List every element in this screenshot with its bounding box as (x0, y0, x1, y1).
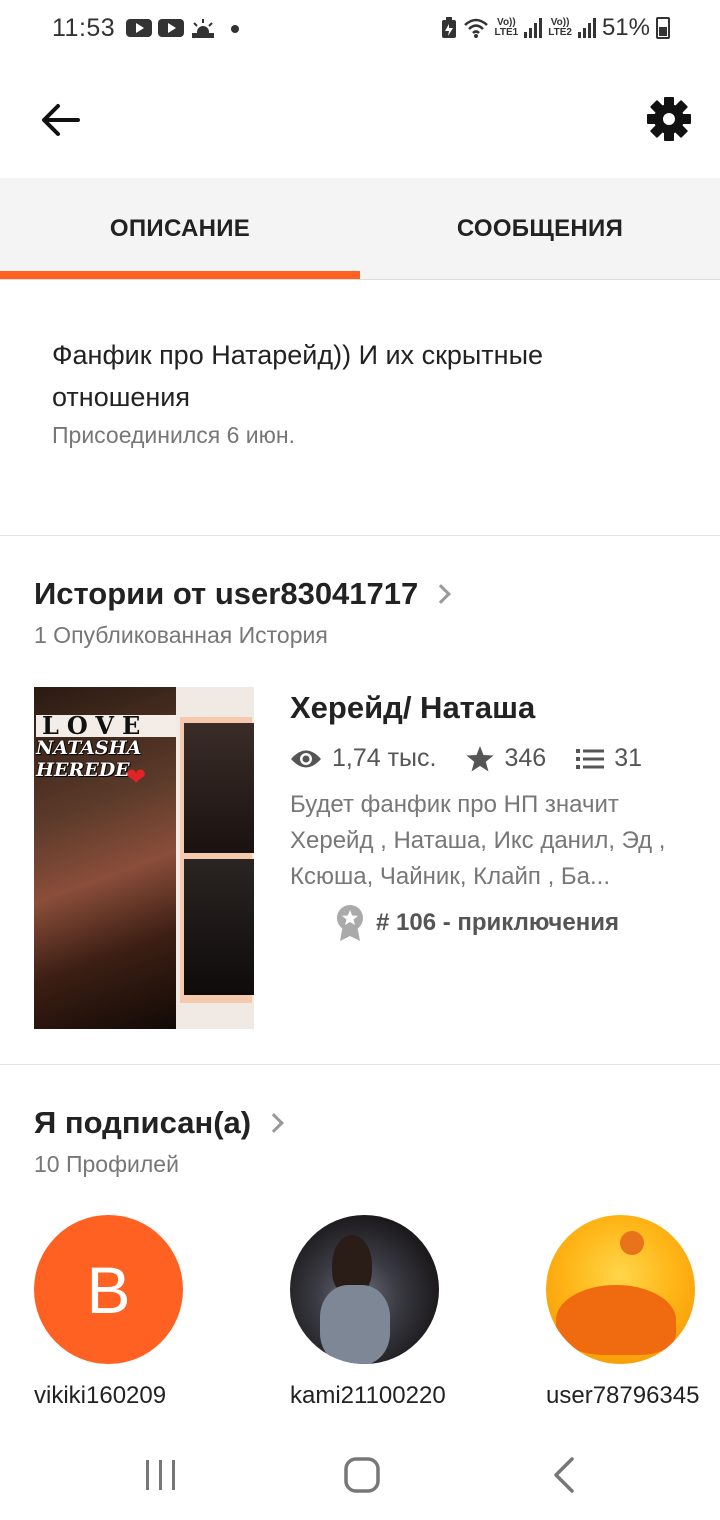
avatar-photo-detail (620, 1231, 644, 1255)
recent-apps-button[interactable] (131, 1445, 191, 1505)
cover-name1-text: NATASHA (36, 737, 142, 759)
notification-dot (231, 25, 239, 33)
sim2-label: Vo)) LTE2 (548, 17, 572, 38)
profile-item[interactable]: user78796345 (546, 1215, 720, 1410)
settings-button[interactable] (644, 94, 694, 144)
home-button[interactable] (332, 1445, 392, 1505)
following-count: 10 Профилей (34, 1151, 179, 1177)
rank-text: # 106 - приключения (376, 909, 619, 936)
following-section-title[interactable]: Я подписан(а) (34, 1105, 284, 1141)
stories-section-title[interactable]: Истории от user83041717 (34, 576, 452, 612)
heart-icon: ❤ (126, 764, 147, 791)
tab-description[interactable]: ОПИСАНИЕ (0, 178, 360, 279)
parts-count: 31 (614, 744, 642, 772)
nav-back-button[interactable] (534, 1445, 594, 1505)
star-icon (466, 745, 494, 771)
profile-description: Фанфик про Натарейд)) И их скрытные отно… (52, 334, 672, 449)
stories-title-text: Истории от user83041717 (34, 576, 419, 611)
profile-tabs: ОПИСАНИЕ СООБЩЕНИЯ (0, 178, 720, 280)
battery-percent: 51% (601, 14, 650, 41)
divider (0, 535, 720, 536)
sim1-label: Vo)) LTE1 (494, 17, 519, 38)
avatar (290, 1215, 439, 1364)
back-button[interactable] (36, 96, 84, 144)
joined-date: Присоединился 6 июн. (52, 422, 295, 448)
profile-item[interactable]: kami21100220 (290, 1215, 490, 1410)
eye-icon (291, 750, 321, 767)
divider (0, 1064, 720, 1065)
arrow-left-icon (42, 104, 80, 136)
story-stats: 1,74 тыс. 346 31 (290, 744, 700, 773)
cover-love-text: LOVE (36, 714, 176, 738)
system-nav-bar (0, 1425, 720, 1520)
story-title[interactable]: Херейд/ Наташа (290, 690, 700, 726)
youtube-icon (126, 19, 152, 37)
avatar (546, 1215, 695, 1364)
home-icon (344, 1457, 380, 1493)
cover-name2-text: HEREDE (36, 759, 130, 781)
profile-name: vikiki160209 (34, 1382, 167, 1409)
cover-caption: LOVE NATASHA HEREDE (36, 714, 176, 781)
avatar: B (34, 1215, 183, 1364)
parts-stat: 31 (576, 744, 642, 773)
story-info: Херейд/ Наташа 1,74 тыс. 346 31 Будет фа… (290, 690, 700, 941)
back-icon (554, 1457, 574, 1493)
chevron-right-icon (264, 1113, 284, 1133)
description-text: Фанфик про Натарейд)) И их скрытные отно… (52, 340, 543, 412)
wifi-icon (463, 18, 488, 38)
profile-name: kami21100220 (290, 1382, 446, 1409)
story-rank[interactable]: # 106 - приключения (336, 905, 700, 941)
battery-icon (656, 17, 670, 39)
avatar-initial: B (86, 1252, 131, 1327)
stories-count: 1 Опубликованная История (34, 622, 328, 648)
recent-apps-icon (146, 1460, 175, 1490)
avatar-photo-detail (320, 1285, 390, 1364)
votes-count: 346 (504, 744, 547, 772)
avatar-photo-detail (556, 1285, 676, 1355)
following-title-text: Я подписан(а) (34, 1105, 252, 1140)
views-count: 1,74 тыс. (332, 744, 437, 772)
tab-messages[interactable]: СООБЩЕНИЯ (360, 178, 720, 279)
status-system-icons: Vo)) LTE1 Vo)) LTE2 51% (441, 14, 670, 42)
status-time: 11:53 (52, 14, 116, 42)
votes-stat: 346 (466, 744, 546, 773)
gear-icon (647, 97, 691, 141)
following-list: B vikiki160209 kami21100220 user78796345 (34, 1215, 720, 1415)
story-cover[interactable]: LOVE NATASHA HEREDE ❤ (34, 687, 254, 1029)
youtube-icon (158, 19, 184, 37)
cover-photo-top-right (184, 723, 254, 853)
ranking-badge-icon (337, 905, 363, 941)
signal-icon (577, 18, 596, 38)
status-notification-icons (126, 18, 216, 38)
list-icon (576, 748, 605, 769)
weather-icon (192, 19, 214, 38)
battery-saver-icon (441, 17, 456, 38)
signal-icon (524, 18, 543, 38)
views-stat: 1,74 тыс. (290, 744, 436, 773)
profile-name: user78796345 (546, 1382, 700, 1409)
chevron-right-icon (431, 584, 452, 604)
story-description: Будет фанфик про НП значит Херейд , Ната… (290, 791, 666, 890)
cover-photo-bottom-right (184, 859, 254, 995)
status-bar: 11:53 Vo)) LTE1 Vo)) LTE2 51% (0, 0, 720, 60)
profile-item[interactable]: B vikiki160209 (34, 1215, 234, 1410)
